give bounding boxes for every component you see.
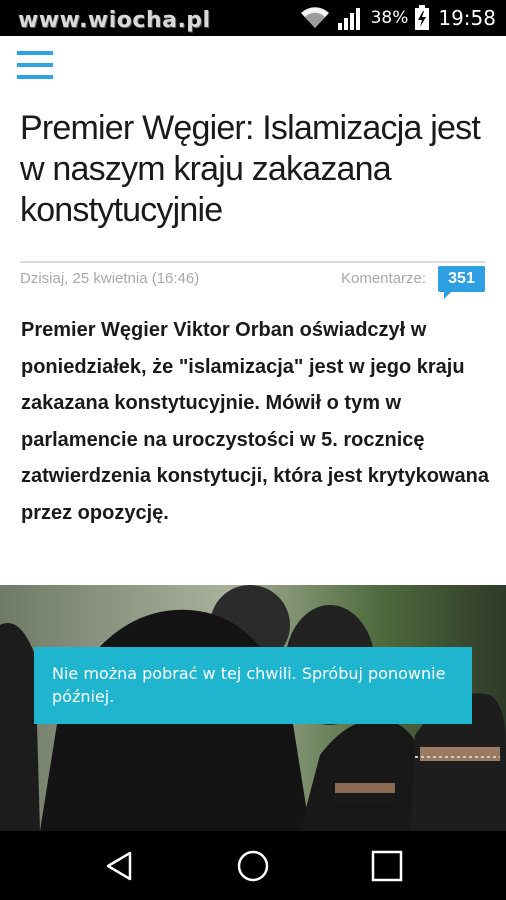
clock: 19:58: [438, 6, 496, 30]
comments-label: Komentarze:: [341, 270, 427, 287]
battery-charging-icon: [414, 5, 430, 31]
navigation-bar: [0, 831, 506, 900]
divider: [20, 261, 485, 263]
article-lead: Premier Węgier Viktor Orban oświadczył w…: [21, 319, 489, 524]
watermark: www.wiocha.pl: [18, 8, 211, 33]
recents-icon[interactable]: [347, 831, 427, 900]
error-toast: Nie można pobrać w tej chwili. Spróbuj p…: [34, 647, 472, 724]
article-title: Premier Węgier: Islamizacja jest w naszy…: [20, 109, 481, 229]
wifi-icon: [299, 6, 331, 30]
status-icons: 38% 19:58: [299, 0, 496, 36]
battery-percent: 38%: [370, 8, 409, 28]
watermark-text: www.wiocha.pl: [18, 8, 211, 33]
article-date: Dzisiaj, 25 kwietnia (16:46): [20, 270, 200, 287]
home-icon[interactable]: [213, 831, 293, 900]
comments-count-badge[interactable]: 351: [438, 266, 485, 299]
signal-icon: [337, 5, 365, 31]
back-icon[interactable]: [79, 831, 159, 900]
status-bar: www.wiocha.pl 38% 19:58: [0, 0, 506, 36]
hamburger-menu-icon[interactable]: [17, 51, 53, 81]
